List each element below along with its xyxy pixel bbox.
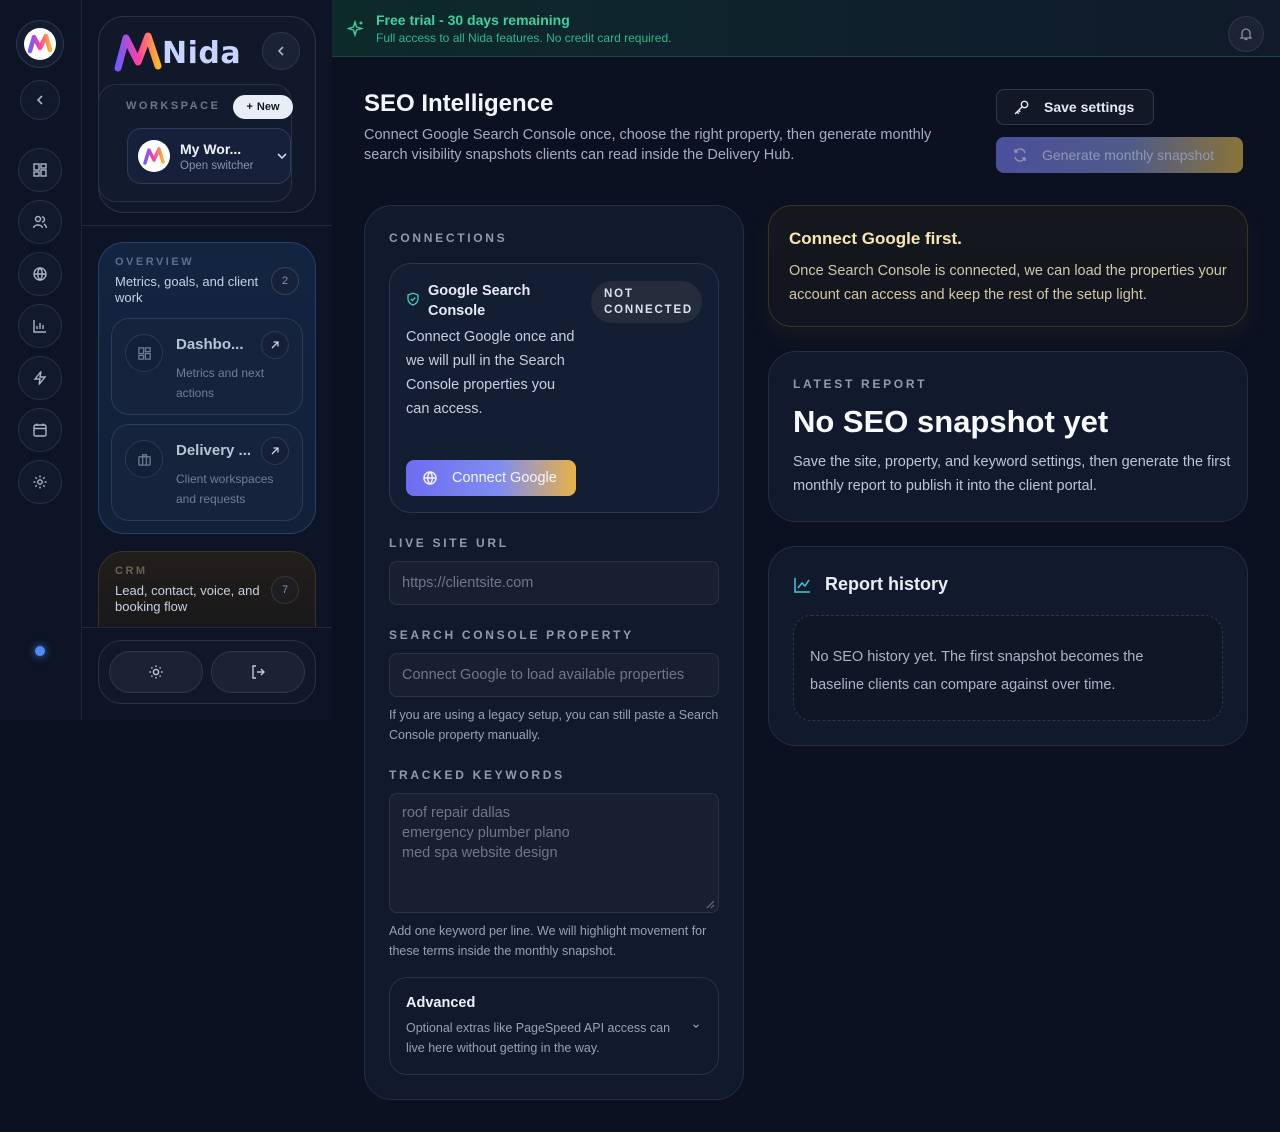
generate-snapshot-button[interactable]: Generate monthly snapshot — [996, 137, 1243, 173]
bar-chart-icon[interactable] — [18, 304, 62, 348]
gsc-description: Connect Google once and we will pull in … — [406, 329, 575, 417]
generate-label: Generate monthly snapshot — [1042, 147, 1214, 163]
arrow-up-right-icon[interactable] — [261, 331, 289, 359]
keywords-textarea[interactable]: roof repair dallas emergency plumber pla… — [389, 793, 719, 913]
property-label: SEARCH CONSOLE PROPERTY — [389, 628, 634, 642]
trial-subtitle: Full access to all Nida features. No cre… — [376, 31, 672, 45]
save-label: Save settings — [1044, 99, 1135, 115]
notice-title: Connect Google first. — [789, 229, 962, 248]
site-url-label: LIVE SITE URL — [389, 536, 509, 550]
report-history-title: Report history — [825, 574, 949, 594]
connect-google-label: Connect Google — [452, 470, 557, 486]
crm-label: CRM — [115, 565, 148, 577]
site-url-input[interactable]: https://clientsite.com — [389, 561, 719, 605]
workspace-avatar — [138, 140, 170, 172]
brand-logo-icon — [114, 32, 162, 72]
chevron-down-icon[interactable] — [692, 1022, 700, 1030]
latest-report-title: No SEO snapshot yet — [793, 404, 1109, 439]
briefcase-icon — [125, 440, 163, 478]
resize-handle-icon[interactable] — [705, 899, 715, 909]
line-chart-icon — [793, 576, 812, 594]
workspace-switcher[interactable]: My Wor... Open switcher — [127, 128, 291, 184]
latest-report-body: Save the site, property, and keyword set… — [793, 454, 1231, 494]
shield-icon — [406, 292, 420, 306]
overview-description: Metrics, goals, and client work — [115, 274, 259, 305]
sidebar-item-title: Delivery ... — [176, 442, 252, 459]
users-icon[interactable] — [18, 200, 62, 244]
overview-count-badge: 2 — [271, 267, 299, 295]
property-select[interactable]: Connect Google to load available propert… — [389, 653, 719, 697]
logo-icon[interactable] — [16, 20, 64, 68]
new-label: New — [256, 101, 280, 113]
grid-icon[interactable] — [18, 148, 62, 192]
theme-toggle-button[interactable] — [109, 651, 203, 693]
advanced-description: Optional extras like PageSpeed API acces… — [406, 1021, 671, 1055]
page-title: SEO Intelligence — [364, 90, 554, 117]
keywords-label: TRACKED KEYWORDS — [389, 768, 565, 782]
icon-rail — [0, 0, 82, 720]
logout-button[interactable] — [211, 651, 305, 693]
chevron-down-icon — [276, 150, 288, 162]
workspace-name: My Wor... — [180, 140, 242, 157]
key-icon — [1013, 99, 1030, 116]
connections-label: CONNECTIONS — [389, 231, 508, 245]
calendar-icon[interactable] — [18, 408, 62, 452]
arrow-up-right-icon[interactable] — [261, 437, 289, 465]
workspace-label: WORKSPACE — [126, 100, 221, 112]
page-subtitle: Connect Google Search Console once, choo… — [364, 127, 932, 163]
sidebar-item-subtitle: Metrics and next actions — [176, 366, 265, 400]
logout-icon — [250, 664, 266, 680]
sparkle-icon — [347, 20, 365, 38]
crm-description: Lead, contact, voice, and booking flow — [115, 583, 260, 614]
globe-icon — [422, 470, 438, 486]
settings-icon[interactable] — [18, 460, 62, 504]
property-help: If you are using a legacy setup, you can… — [389, 708, 719, 742]
chevron-left-icon[interactable] — [20, 80, 60, 120]
sidebar-item-title: Dashbo... — [176, 336, 244, 353]
latest-report-label: LATEST REPORT — [793, 377, 928, 391]
sidebar-item-subtitle: Client workspaces and requests — [176, 472, 274, 506]
refresh-icon — [1012, 147, 1028, 163]
notice-body: Once Search Console is connected, we can… — [789, 263, 1227, 303]
globe-icon[interactable] — [18, 252, 62, 296]
keywords-help: Add one keyword per line. We will highli… — [389, 924, 707, 958]
status-badge: NOT CONNECTED — [591, 281, 702, 323]
crm-count-badge: 7 — [271, 576, 299, 604]
brand-name: Nida — [162, 36, 242, 71]
sun-icon — [148, 664, 164, 680]
overview-label: OVERVIEW — [115, 256, 195, 268]
sidebar: Nida WORKSPACE + New My Wor... Open swit… — [82, 0, 332, 720]
bell-icon[interactable] — [1228, 16, 1264, 52]
trial-banner — [332, 0, 1280, 57]
gsc-title: Google Search Console — [428, 283, 531, 319]
save-settings-button[interactable]: Save settings — [996, 89, 1154, 125]
plus-icon: + — [246, 101, 253, 113]
workspace-hint: Open switcher — [180, 159, 254, 172]
new-workspace-button[interactable]: + New — [233, 95, 293, 119]
grid-icon — [125, 334, 163, 372]
sidebar-divider — [82, 225, 332, 226]
status-dot — [35, 646, 45, 656]
collapse-sidebar-button[interactable] — [262, 32, 300, 70]
history-empty-text: No SEO history yet. The first snapshot b… — [810, 649, 1144, 693]
trial-title: Free trial - 30 days remaining — [376, 12, 570, 28]
bolt-icon[interactable] — [18, 356, 62, 400]
advanced-title: Advanced — [406, 995, 476, 1011]
connect-google-button[interactable]: Connect Google — [406, 460, 576, 496]
